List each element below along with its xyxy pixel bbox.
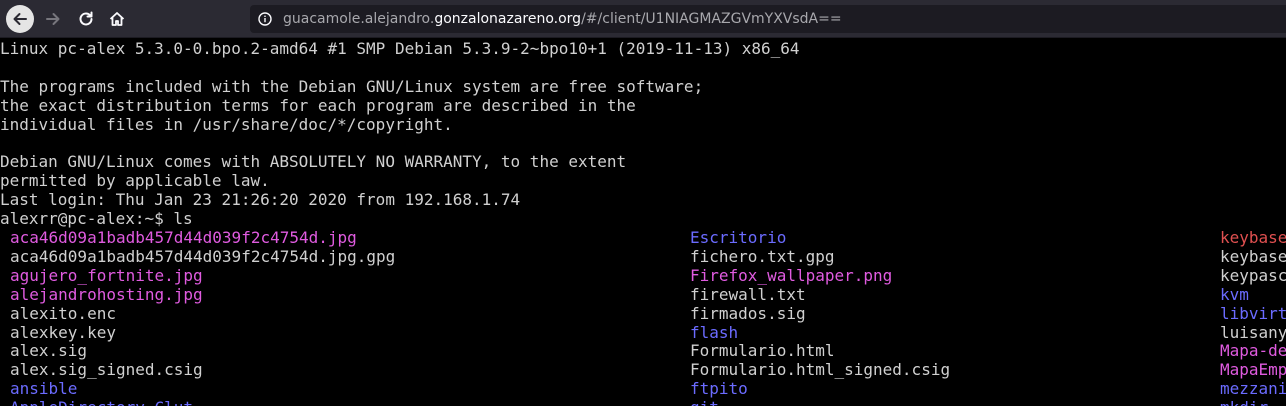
ls-entry: firmados.sig: [690, 303, 806, 323]
ls-entry: Escritorio: [690, 228, 787, 247]
terminal-line: Debian GNU/Linux comes with ABSOLUTELY N…: [0, 152, 627, 172]
ls-entry: fichero.txt.gpg: [690, 246, 835, 266]
terminal-line: permitted by applicable law.: [0, 171, 270, 191]
arrow-right-icon: [46, 13, 60, 25]
home-button[interactable]: [103, 5, 131, 33]
ls-entry: MapaEmp: [1220, 360, 1286, 380]
ls-entry: Formulario.html_signed.csig: [690, 360, 951, 380]
ls-entry: kvm: [1220, 284, 1249, 304]
ls-entry: git: [690, 398, 719, 406]
terminal-line: Linux pc-alex 5.3.0-0.bpo.2-amd64 #1 SMP…: [0, 39, 800, 58]
url-suffix: /#/client/U1NIAGMAZGVmYXVsdA==: [581, 11, 842, 27]
ls-entry: mkdir: [1220, 398, 1268, 406]
browser-toolbar: guacamole.alejandro.gonzalonazareno.org/…: [0, 0, 1286, 38]
ls-entry: alejandrohosting.jpg: [10, 284, 203, 304]
ls-entry: alexito.enc: [10, 303, 116, 323]
ls-entry: keybase: [1220, 228, 1286, 247]
terminal-line: alexrr@pc-alex:~$ ls: [0, 209, 193, 229]
back-button[interactable]: [6, 5, 34, 33]
ls-entry: ftpito: [690, 379, 748, 399]
ls-entry: keypasc: [1220, 265, 1286, 285]
terminal-line: the exact distribution terms for each pr…: [0, 95, 636, 115]
url-text: guacamole.alejandro.gonzalonazareno.org/…: [283, 11, 842, 27]
ls-entry: Formulario.html: [690, 341, 835, 361]
reload-icon: [79, 11, 93, 26]
info-icon[interactable]: [258, 12, 272, 26]
ls-entry: aca46d09a1badb457d44d039f2c4754d.jpg: [10, 228, 357, 247]
ls-entry: mezzani: [1220, 379, 1286, 399]
terminal-line: individual files in /usr/share/doc/*/cop…: [0, 114, 453, 134]
ls-entry: luisany: [1220, 322, 1286, 342]
url-prefix: guacamole.alejandro.: [283, 11, 435, 27]
forward-button[interactable]: [39, 5, 67, 33]
ls-entry: firewall.txt: [690, 284, 806, 304]
terminal-line: Last login: Thu Jan 23 21:26:20 2020 fro…: [0, 190, 521, 210]
ls-entry: keybase: [1220, 246, 1286, 266]
ls-entry: Firefox_wallpaper.png: [690, 265, 893, 285]
reload-button[interactable]: [72, 5, 100, 33]
arrow-left-icon: [13, 13, 27, 25]
ls-entry: Mapa-de: [1220, 341, 1286, 361]
ls-entry: alex.sig: [10, 341, 88, 361]
ls-entry: flash: [690, 322, 739, 342]
ls-entry: AppleDirectory_Clut: [10, 398, 193, 406]
address-bar[interactable]: guacamole.alejandro.gonzalonazareno.org/…: [250, 5, 1286, 33]
ls-entry: alexkey.key: [10, 322, 116, 342]
terminal-screen[interactable]: Linux pc-alex 5.3.0-0.bpo.2-amd64 #1 SMP…: [0, 38, 1286, 406]
url-domain: gonzalonazareno.org: [434, 11, 582, 27]
ls-entry: ansible: [10, 379, 78, 399]
terminal-line: The programs included with the Debian GN…: [0, 76, 704, 96]
home-icon: [109, 12, 125, 26]
ls-entry: libvirt: [1220, 303, 1286, 323]
ls-entry: aca46d09a1badb457d44d039f2c4754d.jpg.gpg: [10, 246, 396, 266]
ls-entry: agujero_fortnite.jpg: [10, 265, 203, 285]
ls-entry: alex.sig_signed.csig: [10, 360, 203, 380]
